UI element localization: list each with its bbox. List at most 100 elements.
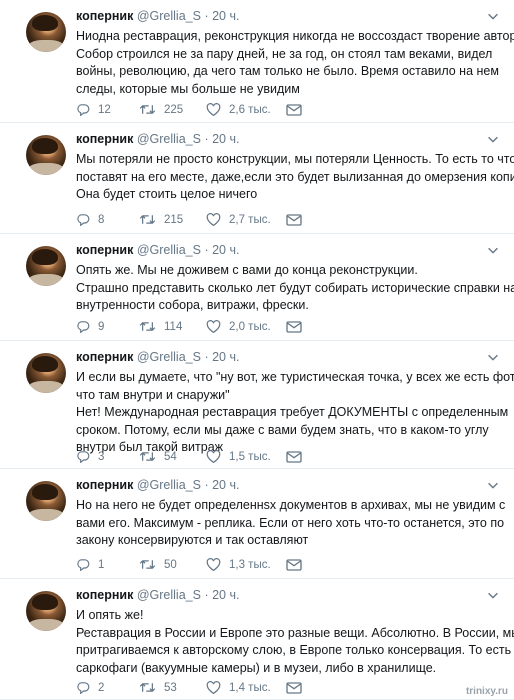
tweet-text-line: сроком. Потому, если мы даже с вами буде… <box>76 422 489 437</box>
chevron-down-icon[interactable] <box>486 132 500 146</box>
user-name[interactable]: коперник <box>76 243 133 257</box>
user-handle[interactable]: @Grellia_S <box>137 478 201 492</box>
tweet-text: Но на него не будет определеннsх докумен… <box>76 497 506 550</box>
like-button[interactable]: 1,4 тыс. <box>206 681 286 694</box>
chevron-down-icon[interactable] <box>486 478 500 492</box>
user-name[interactable]: коперник <box>76 132 133 146</box>
separator-dot: · <box>204 478 209 492</box>
direct-message-button[interactable] <box>286 213 310 226</box>
tweet-text-line: притрагиваемся к авторскому слою, в Евро… <box>76 643 514 657</box>
tweet-text-line: следы, которые мы больше не увидим <box>76 81 300 96</box>
tweet-text: Опять же. Мы не доживем с вами до конца … <box>76 262 514 315</box>
timestamp[interactable]: 20 ч. <box>212 243 239 257</box>
like-count: 1,4 тыс. <box>229 681 271 694</box>
like-button[interactable]: 1,3 тыс. <box>206 558 286 571</box>
chevron-down-icon[interactable] <box>486 350 500 364</box>
retweet-button[interactable]: 114 <box>139 320 206 333</box>
direct-message-button[interactable] <box>286 103 310 116</box>
tweet-actions: 2 53 1,4 тыс. <box>76 681 310 694</box>
reply-count: 2 <box>98 681 105 694</box>
user-handle[interactable]: @Grellia_S <box>137 588 201 602</box>
heart-icon <box>206 213 221 226</box>
reply-button[interactable]: 12 <box>76 103 139 116</box>
reply-button[interactable]: 9 <box>76 320 139 333</box>
tweet-text-line: Опять же. Мы не доживем с вами до конца … <box>76 263 418 277</box>
reply-button[interactable]: 3 <box>76 450 139 463</box>
user-name[interactable]: коперник <box>76 478 133 492</box>
reply-count: 3 <box>98 450 105 463</box>
reply-icon <box>77 559 90 571</box>
direct-message-button[interactable] <box>286 450 310 463</box>
tweet[interactable]: коперник @Grellia_S · 20 ч. Но на него н… <box>0 469 514 579</box>
user-name[interactable]: коперник <box>76 9 133 23</box>
tweet-text-line: саркофаги (вакуумные камеры) и в музеи, … <box>76 660 437 675</box>
retweet-button[interactable]: 50 <box>139 558 206 571</box>
avatar[interactable] <box>26 246 66 286</box>
tweet-text-line: внутренности собора, витражи, фрески. <box>76 298 309 312</box>
retweet-count: 225 <box>164 103 184 116</box>
like-button[interactable]: 1,5 тыс. <box>206 450 286 463</box>
message-icon <box>286 450 302 463</box>
retweet-count: 215 <box>164 213 184 226</box>
timestamp[interactable]: 20 ч. <box>212 350 239 364</box>
reply-count: 1 <box>98 558 105 571</box>
tweet-text: И если вы думаете, что "ну вот, же турис… <box>76 369 514 457</box>
retweet-icon <box>139 560 156 569</box>
direct-message-button[interactable] <box>286 681 310 694</box>
tweet[interactable]: коперник @Grellia_S · 20 ч. Мы потеряли … <box>0 123 514 234</box>
retweet-button[interactable]: 54 <box>139 450 206 463</box>
tweet-text-line: что там внутри и снаружи" <box>76 387 230 402</box>
reply-count: 8 <box>98 213 105 226</box>
avatar[interactable] <box>26 353 66 393</box>
avatar[interactable] <box>26 135 66 175</box>
reply-button[interactable]: 8 <box>76 213 139 226</box>
timestamp[interactable]: 20 ч. <box>212 9 239 23</box>
timestamp[interactable]: 20 ч. <box>212 132 239 146</box>
tweet-text-line: Страшно представить сколько лет будут со… <box>76 280 514 295</box>
reply-icon <box>77 451 90 463</box>
direct-message-button[interactable] <box>286 558 310 571</box>
user-handle[interactable]: @Grellia_S <box>137 132 201 146</box>
retweet-button[interactable]: 215 <box>139 213 206 226</box>
tweet-text-line: Нет! Международная реставрация требует Д… <box>76 405 509 419</box>
tweet[interactable]: коперник @Grellia_S · 20 ч. Опять же. Мы… <box>0 234 514 341</box>
like-button[interactable]: 2,6 тыс. <box>206 103 286 116</box>
chevron-down-icon[interactable] <box>486 243 500 257</box>
retweet-icon <box>139 452 156 461</box>
direct-message-button[interactable] <box>286 320 310 333</box>
tweet[interactable]: коперник @Grellia_S · 20 ч. Ниодна реста… <box>0 0 514 123</box>
chevron-down-icon[interactable] <box>486 9 500 23</box>
reply-icon <box>77 321 90 333</box>
tweet-header: коперник @Grellia_S · 20 ч. <box>76 132 239 146</box>
user-name[interactable]: коперник <box>76 588 133 602</box>
reply-button[interactable]: 2 <box>76 681 139 694</box>
avatar[interactable] <box>26 591 66 631</box>
retweet-button[interactable]: 225 <box>139 103 206 116</box>
avatar[interactable] <box>26 12 66 52</box>
timestamp[interactable]: 20 ч. <box>212 588 239 602</box>
retweet-count: 114 <box>164 320 183 333</box>
user-handle[interactable]: @Grellia_S <box>137 9 201 23</box>
user-name[interactable]: коперник <box>76 350 133 364</box>
timestamp[interactable]: 20 ч. <box>212 478 239 492</box>
tweet[interactable]: коперник @Grellia_S · 20 ч. И если вы ду… <box>0 341 514 469</box>
tweet[interactable]: коперник @Grellia_S · 20 ч. И опять же! Р… <box>0 579 514 700</box>
tweet-text: Мы потеряли не просто конструкции, мы по… <box>76 151 514 204</box>
user-handle[interactable]: @Grellia_S <box>137 350 201 364</box>
tweet-header: коперник @Grellia_S · 20 ч. <box>76 243 239 257</box>
tweet-text-line: Реставрация в России и Европе это разные… <box>76 625 514 640</box>
tweet-header: коперник @Grellia_S · 20 ч. <box>76 350 239 364</box>
reply-icon <box>77 104 90 116</box>
tweet-actions: 3 54 1,5 тыс. <box>76 450 310 463</box>
retweet-button[interactable]: 53 <box>139 681 206 694</box>
user-handle[interactable]: @Grellia_S <box>137 243 201 257</box>
retweet-icon <box>139 105 156 114</box>
avatar[interactable] <box>26 481 66 521</box>
tweet-text-line: Но на него не будет определеннsх докумен… <box>76 498 506 512</box>
chevron-down-icon[interactable] <box>486 588 500 602</box>
like-button[interactable]: 2,0 тыс. <box>206 320 286 333</box>
like-button[interactable]: 2,7 тыс. <box>206 213 286 226</box>
tweet-actions: 9 114 2,0 тыс. <box>76 320 310 333</box>
message-icon <box>286 213 302 226</box>
reply-button[interactable]: 1 <box>76 558 139 571</box>
